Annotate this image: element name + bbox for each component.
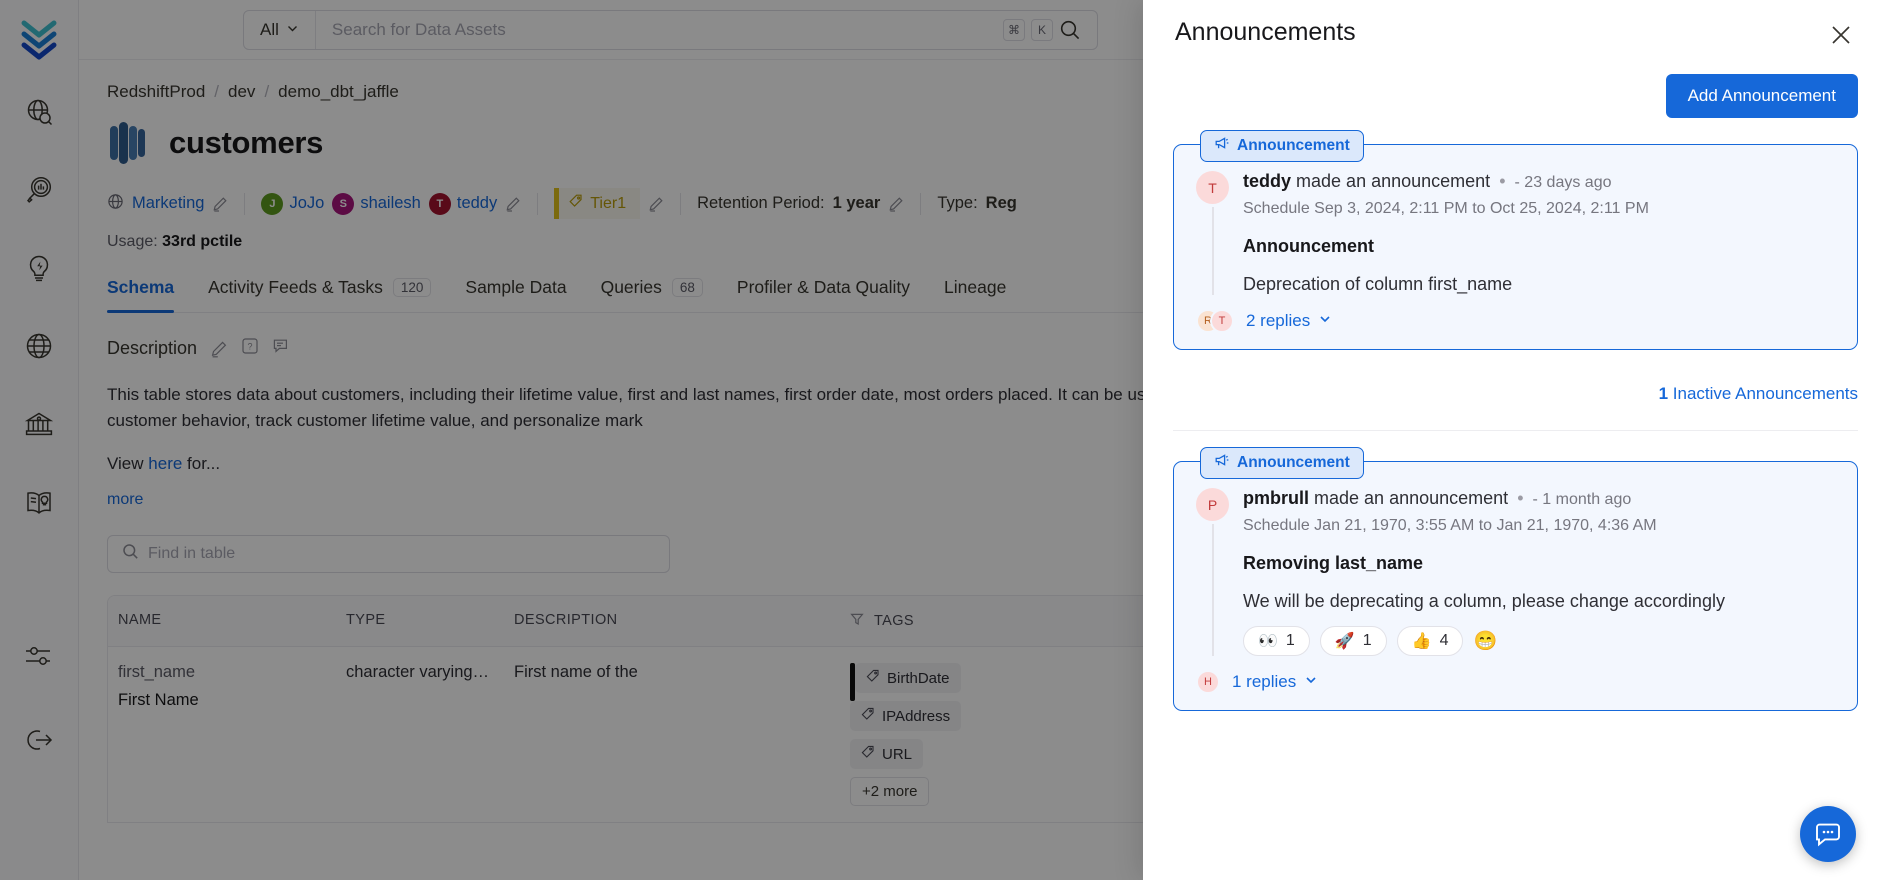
megaphone-icon [1214, 453, 1229, 473]
announcement-text: We will be deprecating a column, please … [1243, 591, 1835, 612]
announcement-action: made an announcement [1314, 488, 1508, 508]
replies-toggle[interactable]: 2 replies [1246, 311, 1332, 331]
avatar: T [1210, 309, 1234, 333]
replies-row[interactable]: R T 2 replies [1196, 309, 1835, 333]
announcement-body: T teddy made an announcement • - 23 days… [1196, 171, 1835, 295]
replies-row[interactable]: H 1 replies [1196, 670, 1835, 694]
reaction-pill[interactable]: 👀 1 [1243, 626, 1310, 656]
avatar: H [1196, 670, 1220, 694]
announcements-drawer: Announcements Add Announcement [1143, 0, 1880, 880]
announcement-body: P pmbrull made an announcement • - 1 mon… [1196, 488, 1835, 656]
announcement-author[interactable]: teddy [1243, 171, 1291, 191]
replies-label: 2 replies [1246, 311, 1310, 331]
announcement-heading: Announcement [1243, 236, 1835, 257]
replies-avatars: R T [1196, 309, 1234, 333]
chat-bubble-icon[interactable] [1800, 806, 1856, 862]
replies-toggle[interactable]: 1 replies [1232, 672, 1318, 692]
announcement-author[interactable]: pmbrull [1243, 488, 1309, 508]
drawer-actions: Add Announcement [1143, 52, 1880, 118]
separator-dot: • [1499, 171, 1505, 191]
replies-label: 1 replies [1232, 672, 1296, 692]
avatar: T [1196, 171, 1229, 204]
announcement-author-line: teddy made an announcement • - 23 days a… [1243, 171, 1835, 192]
announcement-timestamp: - 23 days ago [1515, 174, 1612, 191]
inactive-label: Inactive Announcements [1673, 384, 1858, 403]
announcement-timestamp: - 1 month ago [1533, 491, 1632, 508]
announcement-badge: Announcement [1200, 130, 1364, 162]
announcement-author-line: pmbrull made an announcement • - 1 month… [1243, 488, 1835, 509]
announcement-card[interactable]: Announcement T teddy made an announcemen… [1173, 144, 1858, 350]
reaction-count: 4 [1440, 632, 1449, 650]
drawer-header: Announcements [1143, 0, 1880, 52]
divider [1173, 430, 1858, 431]
announcement-badge-label: Announcement [1237, 454, 1350, 472]
eyes-emoji-icon: 👀 [1258, 631, 1278, 651]
chevron-down-icon [1318, 311, 1332, 331]
add-announcement-button[interactable]: Add Announcement [1666, 74, 1858, 118]
reactions-row: 👀 1 🚀 1 👍 4 😁 [1243, 626, 1835, 656]
avatar: P [1196, 488, 1229, 521]
announcement-card[interactable]: Announcement P pmbrull made an announcem… [1173, 461, 1858, 711]
close-icon[interactable] [1824, 18, 1858, 52]
announcement-action: made an announcement [1296, 171, 1490, 191]
announcement-text: Deprecation of column first_name [1243, 274, 1835, 295]
drawer-title: Announcements [1175, 18, 1356, 47]
announcement-heading: Removing last_name [1243, 553, 1835, 574]
inactive-count: 1 [1659, 384, 1668, 403]
inactive-announcements-link[interactable]: 1 Inactive Announcements [1659, 384, 1858, 404]
reaction-pill[interactable]: 🚀 1 [1320, 626, 1387, 656]
announcement-badge-label: Announcement [1237, 137, 1350, 155]
reaction-count: 1 [1286, 632, 1295, 650]
rocket-emoji-icon: 🚀 [1335, 631, 1355, 651]
separator-dot: • [1517, 488, 1523, 508]
add-reaction-icon[interactable]: 😁 [1473, 629, 1497, 653]
announcements-list: Announcement T teddy made an announcemen… [1143, 118, 1880, 880]
inactive-announcements-row: 1 Inactive Announcements [1173, 350, 1858, 404]
announcement-schedule: Schedule Sep 3, 2024, 2:11 PM to Oct 25,… [1243, 200, 1835, 218]
announcement-schedule: Schedule Jan 21, 1970, 3:55 AM to Jan 21… [1243, 517, 1835, 535]
thread-line [1212, 524, 1214, 656]
replies-avatars: H [1196, 670, 1220, 694]
thread-line [1212, 207, 1214, 295]
announcement-badge: Announcement [1200, 447, 1364, 479]
modal-overlay[interactable] [0, 0, 1143, 880]
chevron-down-icon [1304, 672, 1318, 692]
reaction-count: 1 [1363, 632, 1372, 650]
thumbsup-emoji-icon: 👍 [1412, 631, 1432, 651]
megaphone-icon [1214, 136, 1229, 156]
reaction-pill[interactable]: 👍 4 [1397, 626, 1464, 656]
